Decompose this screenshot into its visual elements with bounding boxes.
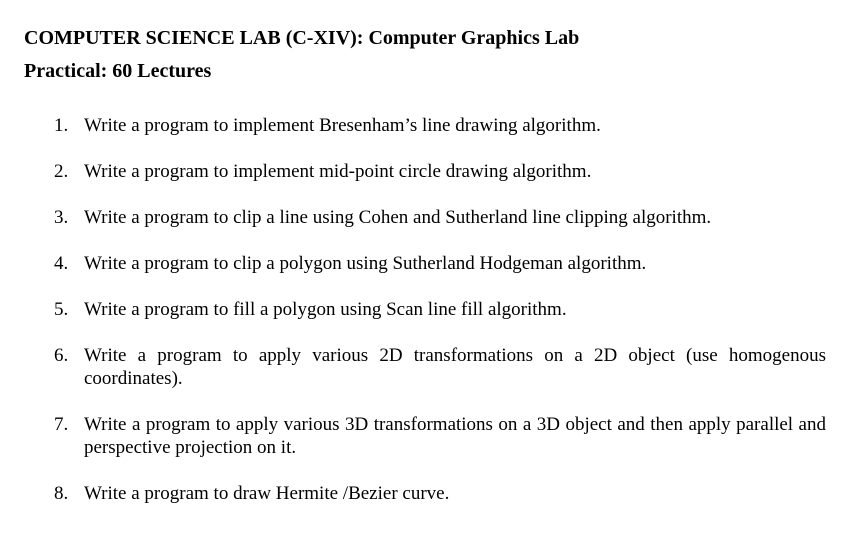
list-item-number: 5.: [54, 299, 69, 320]
document-page: COMPUTER SCIENCE LAB (C-XIV): Computer G…: [0, 0, 853, 538]
list-item-text: Write a program to apply various 2D tran…: [84, 345, 826, 389]
list-item-text: Write a program to implement Bresenham’s…: [84, 115, 601, 136]
list-item-number: 8.: [54, 483, 69, 504]
list-item-number: 3.: [54, 207, 69, 228]
list-item-text: Write a program to fill a polygon using …: [84, 299, 567, 320]
list-item-number: 1.: [54, 115, 69, 136]
list-item-text: Write a program to implement mid-point c…: [84, 161, 592, 182]
list-item-text: Write a program to apply various 3D tran…: [84, 414, 826, 458]
list-item-number: 6.: [54, 345, 69, 366]
list-item-text: Write a program to draw Hermite /Bezier …: [84, 483, 450, 504]
page-subtitle: Practical: 60 Lectures: [24, 60, 212, 82]
list-item-number: 4.: [54, 253, 69, 274]
list-item-text: Write a program to clip a line using Coh…: [84, 207, 712, 228]
list-item-number: 2.: [54, 161, 69, 182]
list-item-text: Write a program to clip a polygon using …: [84, 253, 647, 274]
list-item-number: 7.: [54, 414, 69, 435]
page-title: COMPUTER SCIENCE LAB (C-XIV): Computer G…: [24, 27, 580, 49]
